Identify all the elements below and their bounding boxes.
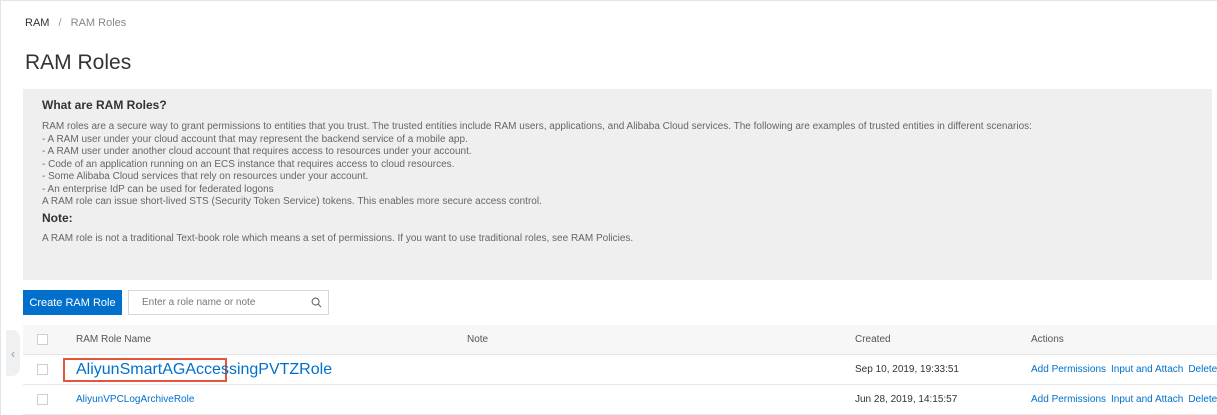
role-name-link[interactable]: AliyunSmartAGAccessingPVTZRole [76, 361, 332, 379]
ram-roles-page: ‹ RAM / RAM Roles RAM Roles What are RAM… [0, 0, 1217, 415]
breadcrumb: RAM / RAM Roles [25, 17, 126, 29]
roles-table: RAM Role Name Note Created Actions Aliyu… [23, 325, 1217, 415]
table-row: AliyunSmartAGAccessingPVTZRole Sep 10, 2… [23, 355, 1217, 385]
column-header-actions: Actions [1031, 334, 1064, 345]
info-line: - A RAM user under your cloud account th… [42, 133, 468, 145]
info-line: - Some Alibaba Cloud services that rely … [42, 171, 369, 182]
page-title: RAM Roles [25, 51, 132, 74]
table-header: RAM Role Name Note Created Actions [23, 325, 1217, 355]
row-checkbox-cell [37, 355, 48, 384]
delete-link[interactable]: Delete [1188, 364, 1217, 375]
row-actions: Add Permissions Input and Attach Delete [1031, 355, 1217, 384]
table-row: AliyunVPCLogArchiveRole Jun 28, 2019, 14… [23, 385, 1217, 415]
add-permissions-link[interactable]: Add Permissions [1031, 364, 1106, 375]
row-checkbox[interactable] [37, 364, 48, 375]
info-line: - A RAM user under another cloud account… [42, 146, 472, 157]
breadcrumb-ram[interactable]: RAM [25, 17, 49, 29]
role-created: Sep 10, 2019, 19:33:51 [855, 364, 959, 375]
sidebar-collapse-handle[interactable]: ‹ [6, 330, 20, 376]
info-title: What are RAM Roles? [42, 98, 167, 112]
column-header-created[interactable]: Created [855, 325, 891, 354]
breadcrumb-separator: / [58, 17, 62, 29]
info-box: What are RAM Roles? RAM roles are a secu… [23, 89, 1212, 280]
info-line: RAM roles are a secure way to grant perm… [42, 121, 1032, 132]
select-all-checkbox[interactable] [37, 334, 48, 345]
search-icon[interactable] [304, 291, 328, 314]
row-actions: Add Permissions Input and Attach Delete [1031, 385, 1217, 414]
note-text: A RAM role is not a traditional Text-boo… [42, 232, 634, 244]
search-box [128, 290, 329, 315]
column-header-name[interactable]: RAM Role Name [76, 325, 151, 354]
chevron-left-icon: ‹ [10, 345, 16, 361]
info-line: - Code of an application running on an E… [42, 158, 455, 170]
header-checkbox-cell [37, 325, 48, 354]
role-created: Jun 28, 2019, 14:15:57 [855, 394, 958, 405]
breadcrumb-current: RAM Roles [70, 17, 127, 29]
row-checkbox[interactable] [37, 394, 48, 405]
note-title: Note: [42, 210, 73, 225]
delete-link[interactable]: Delete [1188, 394, 1217, 405]
add-permissions-link[interactable]: Add Permissions [1031, 394, 1106, 405]
input-and-attach-link[interactable]: Input and Attach [1111, 394, 1183, 405]
role-name-link[interactable]: AliyunVPCLogArchiveRole [76, 394, 194, 405]
column-header-note: Note [467, 334, 489, 345]
row-checkbox-cell [37, 385, 48, 414]
create-ram-role-button[interactable]: Create RAM Role [23, 290, 122, 315]
info-line: - An enterprise IdP can be used for fede… [42, 183, 274, 195]
input-and-attach-link[interactable]: Input and Attach [1111, 364, 1183, 375]
search-input[interactable] [129, 291, 304, 314]
highlight-box: AliyunSmartAGAccessingPVTZRole [63, 358, 332, 382]
role-name-cell: AliyunVPCLogArchiveRole [76, 385, 194, 414]
info-line: A RAM role can issue short-lived STS (Se… [42, 196, 542, 207]
